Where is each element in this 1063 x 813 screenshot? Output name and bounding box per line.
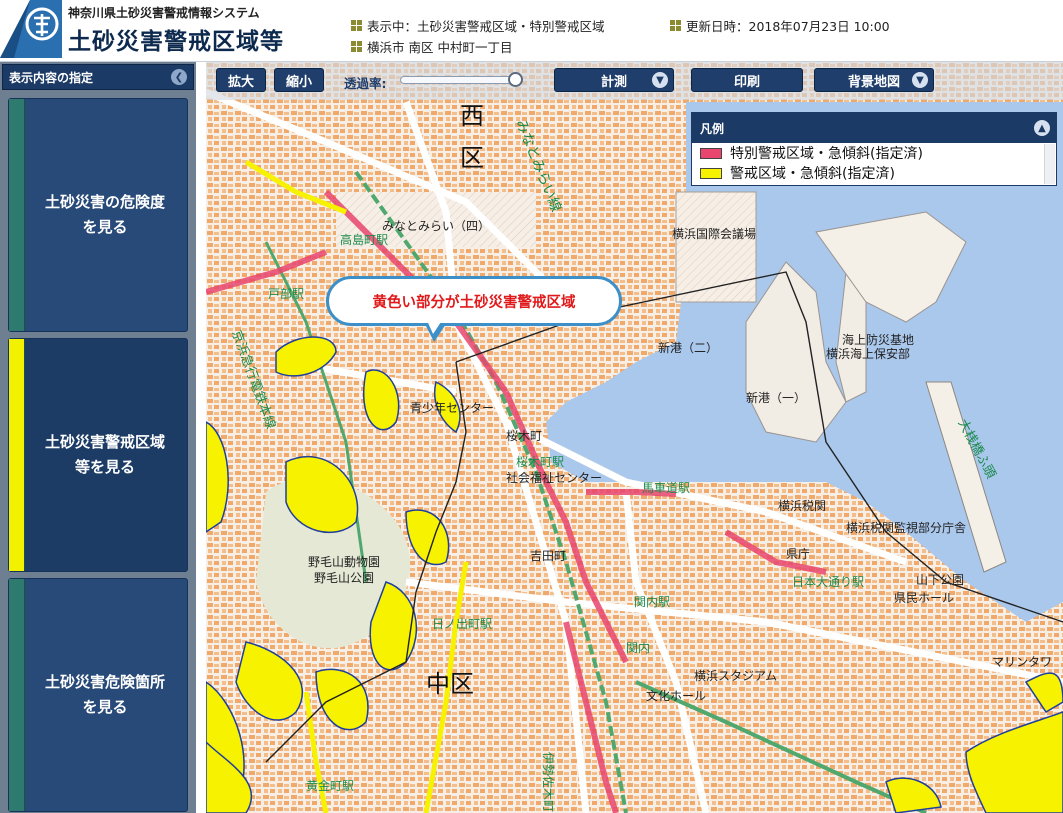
print-button[interactable]: 印刷	[691, 68, 803, 92]
hazard-level-button[interactable]: 土砂災害の危険度 を見る	[8, 98, 188, 332]
legend-scrollbar[interactable]	[1044, 144, 1055, 184]
legend-swatch-warning	[700, 167, 722, 179]
map-label-bosai: 海上防災基地	[842, 332, 914, 347]
map-label-kenmin: 県民ホール	[894, 591, 954, 605]
map-label-bashamichi: 馬車道駅	[642, 481, 690, 495]
warning-area-label: 土砂災害警戒区域 等を見る	[44, 433, 165, 476]
bullet-icon	[670, 20, 681, 31]
legend-label: 警戒区域・急傾斜(指定済)	[730, 166, 895, 182]
info-callout: 黄色い部分が土砂災害警戒区域	[326, 276, 622, 326]
sidebar-heading: 表示内容の指定 ❮	[2, 64, 194, 90]
button-stripe	[9, 99, 25, 331]
sidebar: 表示内容の指定 ❮ 土砂災害の危険度 を見る 土砂災害警戒区域 等を見る 土砂災…	[0, 62, 196, 813]
button-stripe	[9, 579, 25, 811]
map-label-ku: 区	[460, 144, 484, 172]
map-label-zeikan: 横浜税関	[778, 499, 826, 513]
map-label-yamashita: 山下公園	[916, 573, 964, 587]
map-label-sakuragicho-eki: 桜木町駅	[516, 455, 564, 469]
update-time: 更新日時：2018年07月23日 10:00	[670, 16, 890, 35]
map-label-nihon-odori: 日本大通り駅	[792, 575, 864, 589]
map-label-minatomirai: みなとみらい（四）	[382, 219, 490, 233]
map-label-kannai-eki: 関内駅	[634, 595, 670, 609]
map-label-yoshidamachi: 吉田町	[530, 549, 566, 563]
map-label-nogeyama-koen: 野毛山公園	[314, 571, 374, 585]
chevron-down-icon: ▼	[652, 72, 668, 88]
display-status: 表示中：土砂災害警戒区域・特別警戒区域	[351, 16, 605, 35]
map-label-shinko1: 新港（一）	[746, 390, 806, 405]
map-label-hoan: 横浜海上保安部	[826, 346, 910, 361]
map-label-shinko2: 新港（二）	[658, 340, 718, 355]
basemap-button[interactable]: 背景地図 ▼	[814, 68, 934, 92]
opacity-label: 透過率:	[344, 76, 387, 91]
map-toolbar: 拡大 縮小 透過率: 計測 ▼ 印刷 背景地図 ▼	[206, 62, 1063, 100]
danger-spot-button[interactable]: 土砂災害危険箇所 を見る	[8, 578, 188, 812]
map-label-zeikan-bunsho: 横浜税関監視部分庁舎	[846, 520, 966, 535]
legend-item: 警戒区域・急傾斜(指定済)	[692, 163, 1056, 183]
map-label-isezakicho: 伊勢佐木町	[541, 752, 556, 812]
app-header: 神奈川県土砂災害警戒情報システム 土砂災害警戒区域等 表示中：土砂災害警戒区域・…	[0, 0, 1063, 62]
zoom-out-button[interactable]: 縮小	[274, 68, 324, 92]
map-label-koganecho: 黄金町駅	[306, 778, 354, 793]
map-label-takashima: 高島町駅	[340, 232, 388, 247]
hazard-level-label: 土砂災害の危険度 を見る	[44, 193, 165, 236]
chevron-up-icon[interactable]: ▲	[1034, 120, 1050, 136]
bullet-icon	[351, 20, 362, 31]
measure-label: 計測	[600, 74, 627, 90]
danger-spot-label: 土砂災害危険箇所 を見る	[44, 673, 165, 716]
sidebar-heading-text: 表示内容の指定	[9, 70, 94, 85]
legend-item: 特別警戒区域・急傾斜(指定済)	[692, 143, 1056, 163]
map-label-fukushi: 社会福祉センター	[506, 470, 602, 485]
legend-header: 凡例 ▲	[692, 113, 1056, 143]
current-address-text: 横浜市 南区 中村町一丁目	[367, 40, 513, 55]
current-address: 横浜市 南区 中村町一丁目	[351, 37, 512, 56]
warning-area-button[interactable]: 土砂災害警戒区域 等を見る	[8, 338, 188, 572]
convention-center	[675, 191, 757, 303]
basemap-label: 背景地図	[847, 74, 900, 90]
system-name: 神奈川県土砂災害警戒情報システム	[68, 6, 260, 20]
map-label-kencho: 県庁	[786, 547, 810, 561]
legend-swatch-special	[700, 147, 722, 159]
update-time-text: 更新日時：2018年07月23日 10:00	[686, 19, 890, 34]
map-label-stadium: 横浜スタジアム	[694, 669, 777, 683]
bullet-icon	[351, 41, 362, 52]
kanagawa-logo-icon	[0, 0, 62, 58]
map-view[interactable]: 西 区 中区 みなとみらい線 横浜国際会議場 海上防災基地 横浜海上保安部 新港…	[206, 62, 1063, 813]
legend-title: 凡例	[700, 121, 725, 136]
map-label-seishonen: 青少年センター	[410, 401, 494, 415]
map-legend: 凡例 ▲ 特別警戒区域・急傾斜(指定済) 警戒区域・急傾斜(指定済)	[691, 112, 1057, 186]
map-label-bunka-hall: 文化ホール	[646, 688, 706, 703]
button-stripe	[9, 339, 25, 571]
map-label-nishi: 西	[460, 102, 484, 130]
opacity-slider-track[interactable]	[400, 76, 522, 84]
map-label-kokusai: 横浜国際会議場	[672, 227, 756, 241]
map-label-nogeyama: 野毛山動物園	[308, 555, 380, 569]
map-label-kannai: 関内	[626, 641, 650, 655]
map-label-naka: 中区	[426, 670, 474, 698]
map-label-sakuragicho: 桜木町	[506, 429, 542, 443]
measure-button[interactable]: 計測 ▼	[554, 68, 674, 92]
zoom-in-button[interactable]: 拡大	[216, 68, 266, 92]
chevron-down-icon: ▼	[912, 72, 928, 88]
collapse-left-icon[interactable]: ❮	[171, 69, 187, 85]
legend-label: 特別警戒区域・急傾斜(指定済)	[730, 146, 923, 162]
map-label-hinodecho: 日ノ出町駅	[432, 617, 492, 631]
page-title: 土砂災害警戒区域等	[68, 29, 284, 55]
map-label-tobe: 戸部駅	[268, 286, 304, 301]
display-status-text: 表示中：土砂災害警戒区域・特別警戒区域	[367, 19, 605, 34]
map-label-marinetower: マリンタワ	[992, 655, 1052, 669]
opacity-slider-knob[interactable]	[507, 72, 523, 87]
